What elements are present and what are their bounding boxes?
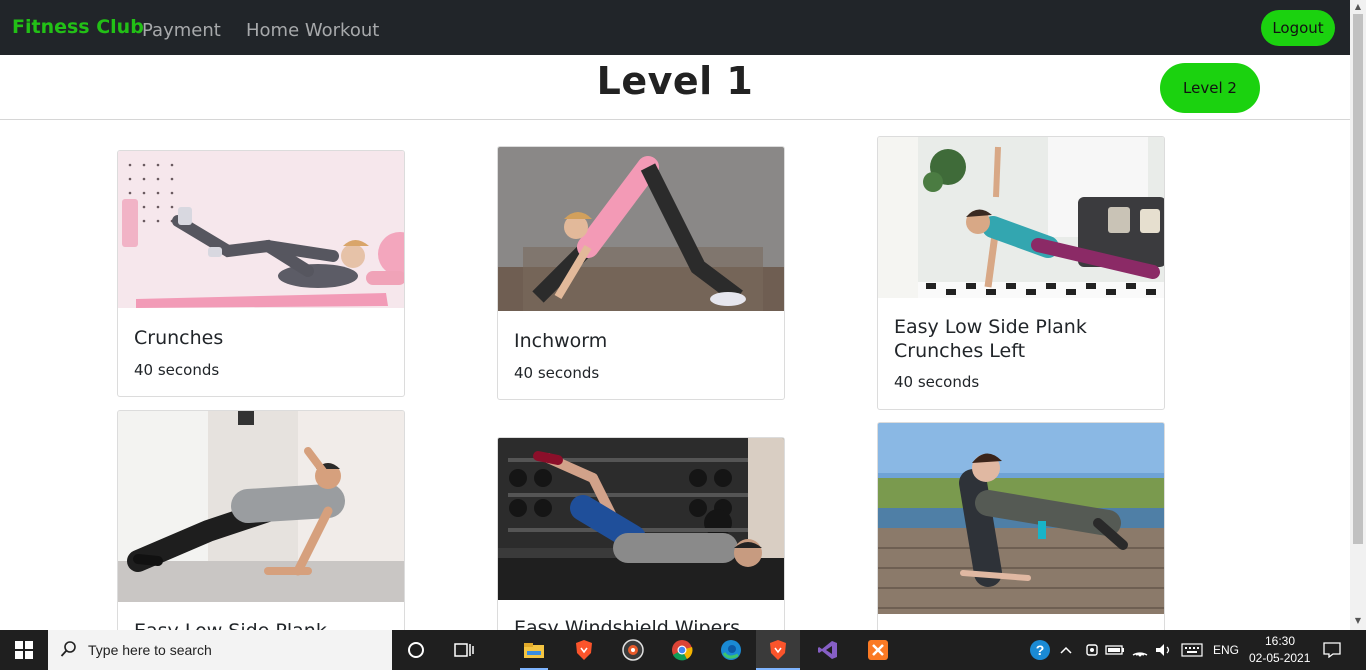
edge-icon[interactable]	[717, 636, 745, 664]
notification-icon[interactable]	[1318, 636, 1346, 664]
level-header: Level 1 Level 2	[0, 55, 1350, 120]
language-indicator[interactable]: ENG	[1213, 643, 1239, 657]
exercise-card-inchworm[interactable]: Inchworm 40 seconds	[497, 146, 785, 400]
exercise-image	[878, 137, 1164, 298]
media-player-icon[interactable]	[619, 636, 647, 664]
exercise-duration: 40 seconds	[514, 364, 600, 382]
svg-text:?: ?	[1036, 642, 1045, 658]
page-title: Level 1	[596, 59, 754, 103]
exercise-card-plank[interactable]	[877, 422, 1165, 650]
clock-time[interactable]: 16:30	[1265, 634, 1295, 648]
search-placeholder: Type here to search	[88, 642, 212, 658]
windows-start-icon[interactable]	[0, 630, 48, 670]
scroll-down-arrow-icon[interactable]: ▼	[1353, 616, 1363, 626]
visual-studio-icon[interactable]	[814, 636, 842, 664]
brave-browser-active-icon[interactable]	[764, 636, 792, 664]
cortana-icon[interactable]	[402, 636, 430, 664]
brand-logo-link[interactable]: Fitness Club	[12, 16, 144, 38]
xampp-icon[interactable]	[864, 636, 892, 664]
exercise-duration: 40 seconds	[894, 373, 980, 391]
keyboard-icon[interactable]	[1178, 636, 1206, 664]
exercise-title: Easy Low Side Plank Crunches Left	[894, 316, 1087, 362]
chrome-icon[interactable]	[668, 636, 696, 664]
battery-icon[interactable]	[1101, 636, 1129, 664]
help-icon[interactable]: ?	[1026, 636, 1054, 664]
search-icon	[60, 640, 78, 662]
windows-taskbar: Type here to search ? ENG 16:30 02-05-20…	[0, 630, 1366, 670]
exercise-card-low-side-plank[interactable]: Easy Low Side Plank	[117, 410, 405, 650]
exercise-image	[498, 147, 784, 311]
scroll-thumb[interactable]	[1353, 14, 1363, 544]
exercise-title: Inchworm	[514, 330, 608, 352]
exercise-card-side-plank-crunches-left[interactable]: Easy Low Side Plank Crunches Left 40 sec…	[877, 136, 1165, 410]
volume-icon[interactable]	[1149, 636, 1177, 664]
brave-browser-icon[interactable]	[570, 636, 598, 664]
taskbar-search-box[interactable]: Type here to search	[48, 630, 392, 670]
exercise-card-crunches[interactable]: Crunches 40 seconds	[117, 150, 405, 397]
exercise-card-windshield-wipers[interactable]: Easy Windshield Wipers	[497, 437, 785, 650]
clock-date[interactable]: 02-05-2021	[1249, 651, 1310, 665]
next-level-button[interactable]: Level 2	[1160, 63, 1260, 113]
nav-link-home-workout[interactable]: Home Workout	[246, 20, 379, 41]
chevron-up-icon[interactable]	[1052, 636, 1080, 664]
task-view-icon[interactable]	[450, 636, 478, 664]
page-scrollbar[interactable]: ▲ ▼	[1350, 0, 1366, 630]
nav-link-payment[interactable]: Payment	[142, 20, 221, 41]
exercise-image	[498, 438, 784, 600]
scroll-up-arrow-icon[interactable]: ▲	[1353, 2, 1363, 12]
exercise-image	[118, 151, 404, 308]
logout-button[interactable]: Logout	[1261, 10, 1335, 46]
exercise-image	[118, 411, 404, 602]
exercise-title: Crunches	[134, 327, 224, 349]
file-explorer-icon[interactable]	[520, 636, 548, 664]
top-navbar: Fitness Club Payment Home Workout Logout	[0, 0, 1350, 55]
exercise-image	[878, 423, 1164, 614]
exercise-duration: 40 seconds	[134, 361, 220, 379]
